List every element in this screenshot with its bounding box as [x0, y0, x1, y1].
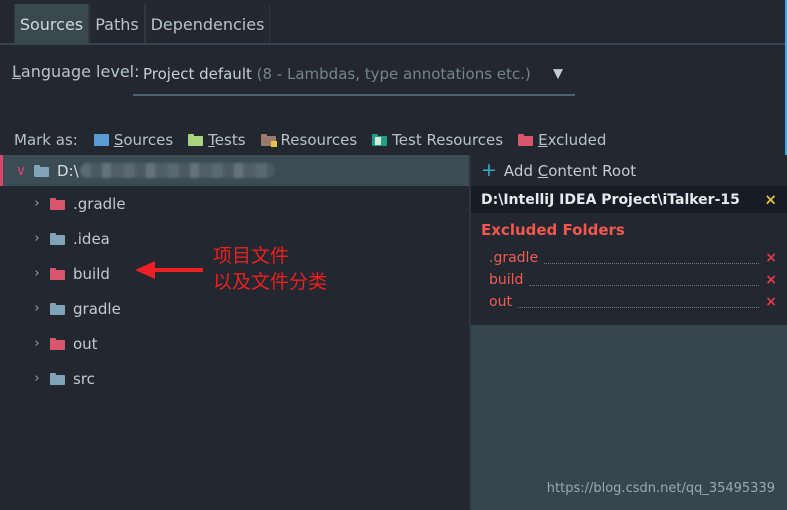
folder-test-resources-icon	[372, 134, 388, 146]
chevron-right-icon[interactable]: ›	[30, 232, 44, 245]
tree-item-label: gradle	[73, 299, 121, 318]
mark-as-sources-button[interactable]: Sources	[93, 131, 174, 149]
mark-as-sources-label: Sources	[113, 131, 174, 149]
tree-row-build[interactable]: › build	[0, 256, 469, 291]
main-content-area: ∨ D:\ › .gradle › .idea › build › gradle…	[0, 155, 787, 510]
chevron-right-icon[interactable]: ›	[30, 302, 44, 315]
excluded-folder-row[interactable]: build ×	[471, 269, 787, 291]
remove-content-root-icon[interactable]: ×	[764, 192, 777, 207]
mark-as-excluded-label: Excluded	[538, 131, 607, 149]
chevron-right-icon[interactable]: ›	[30, 267, 44, 280]
remove-excluded-folder-icon[interactable]: ×	[765, 295, 777, 309]
remove-excluded-folder-icon[interactable]: ×	[765, 251, 777, 265]
mark-as-row: Mark as: Sources Tests Resources Test Re…	[0, 126, 787, 154]
chevron-down-icon[interactable]: ∨	[14, 164, 28, 178]
folder-excluded-icon	[518, 134, 534, 146]
folder-excluded-icon	[50, 267, 65, 280]
tab-dependencies-label: Dependencies	[150, 14, 265, 34]
folder-tests-icon	[188, 134, 204, 146]
mark-as-label: Mark as:	[14, 131, 78, 149]
folder-sources-icon	[93, 134, 109, 146]
content-root-details-panel: + Add Content Root D:\IntelliJ IDEA Proj…	[471, 155, 787, 510]
tab-paths-label: Paths	[95, 14, 139, 34]
tree-root-label: D:\	[57, 161, 79, 180]
tree-item-label: out	[73, 334, 98, 353]
chevron-right-icon[interactable]: ›	[30, 372, 44, 385]
selection-marker	[0, 155, 3, 186]
add-content-root-label: Add Content Root	[503, 161, 637, 180]
add-content-root-button[interactable]: + Add Content Root	[471, 155, 787, 186]
watermark-text: https://blog.csdn.net/qq_35495339	[546, 481, 775, 496]
folder-icon	[50, 302, 65, 315]
leader-line	[517, 306, 760, 308]
tab-sources[interactable]: Sources	[14, 4, 89, 44]
plus-icon: +	[481, 159, 497, 181]
tree-item-label: build	[73, 264, 110, 283]
leader-line	[544, 262, 760, 264]
content-root-tree[interactable]: ∨ D:\ › .gradle › .idea › build › gradle…	[0, 155, 469, 510]
tree-item-label: src	[73, 369, 95, 388]
excluded-folders-list: .gradle × build × out ×	[471, 247, 787, 313]
folder-resources-icon	[260, 134, 277, 147]
folder-icon	[34, 164, 49, 177]
folder-icon	[50, 232, 65, 245]
content-root-details-box: + Add Content Root D:\IntelliJ IDEA Proj…	[471, 155, 787, 325]
folder-excluded-icon	[50, 337, 65, 350]
language-level-row: Language level: Project default (8 - Lam…	[0, 46, 787, 104]
language-level-label-text: anguage level:	[20, 62, 140, 81]
content-root-header[interactable]: D:\IntelliJ IDEA Project\iTalker-15 ×	[471, 186, 787, 213]
excluded-folder-row[interactable]: .gradle ×	[471, 247, 787, 269]
mark-as-tests-button[interactable]: Tests	[188, 131, 246, 149]
remove-excluded-folder-icon[interactable]: ×	[765, 273, 777, 287]
mark-as-excluded-button[interactable]: Excluded	[518, 131, 606, 149]
folder-excluded-icon	[50, 197, 65, 210]
language-level-value-detail: (8 - Lambdas, type annotations etc.)	[251, 65, 531, 83]
chevron-right-icon[interactable]: ›	[30, 337, 44, 350]
mark-as-tests-label: Tests	[208, 131, 246, 149]
tree-row-src[interactable]: › src	[0, 361, 469, 396]
tree-row-gradle-hidden[interactable]: › .gradle	[0, 186, 469, 221]
tree-row-gradle[interactable]: › gradle	[0, 291, 469, 326]
tree-row-out[interactable]: › out	[0, 326, 469, 361]
language-level-value: Project default (8 - Lambdas, type annot…	[133, 65, 531, 83]
tab-paths[interactable]: Paths	[89, 4, 145, 44]
mark-as-resources-button[interactable]: Resources	[260, 131, 358, 149]
folder-icon	[50, 372, 65, 385]
language-level-label: Language level:	[12, 62, 140, 81]
tab-sources-label: Sources	[19, 14, 84, 34]
redacted-path-blur	[79, 163, 275, 178]
tree-row-idea[interactable]: › .idea	[0, 221, 469, 256]
tree-item-label: .gradle	[73, 194, 126, 213]
content-root-path: D:\IntelliJ IDEA Project\iTalker-15	[481, 191, 740, 208]
tree-item-label: .idea	[73, 229, 110, 248]
tree-row-root[interactable]: ∨ D:\	[0, 155, 469, 186]
leader-line	[529, 284, 760, 286]
tab-strip-underline	[0, 43, 787, 45]
excluded-folder-name: build	[489, 272, 524, 288]
tab-strip: Sources Paths Dependencies	[0, 0, 787, 45]
language-level-combobox[interactable]: Project default (8 - Lambdas, type annot…	[133, 54, 575, 96]
language-level-mnemonic: L	[12, 62, 21, 81]
mark-as-test-resources-label: Test Resources	[392, 131, 504, 149]
chevron-right-icon[interactable]: ›	[30, 197, 44, 210]
excluded-folders-title: Excluded Folders	[481, 221, 625, 239]
tab-dependencies[interactable]: Dependencies	[145, 4, 270, 44]
mark-as-test-resources-button[interactable]: Test Resources	[372, 131, 503, 149]
language-level-value-main: Project default	[143, 65, 252, 83]
excluded-folder-name: .gradle	[489, 250, 539, 266]
excluded-folder-name: out	[489, 294, 512, 310]
mark-as-resources-label: Resources	[280, 131, 358, 149]
excluded-folder-row[interactable]: out ×	[471, 291, 787, 313]
chevron-down-icon[interactable]: ▼	[553, 67, 563, 82]
